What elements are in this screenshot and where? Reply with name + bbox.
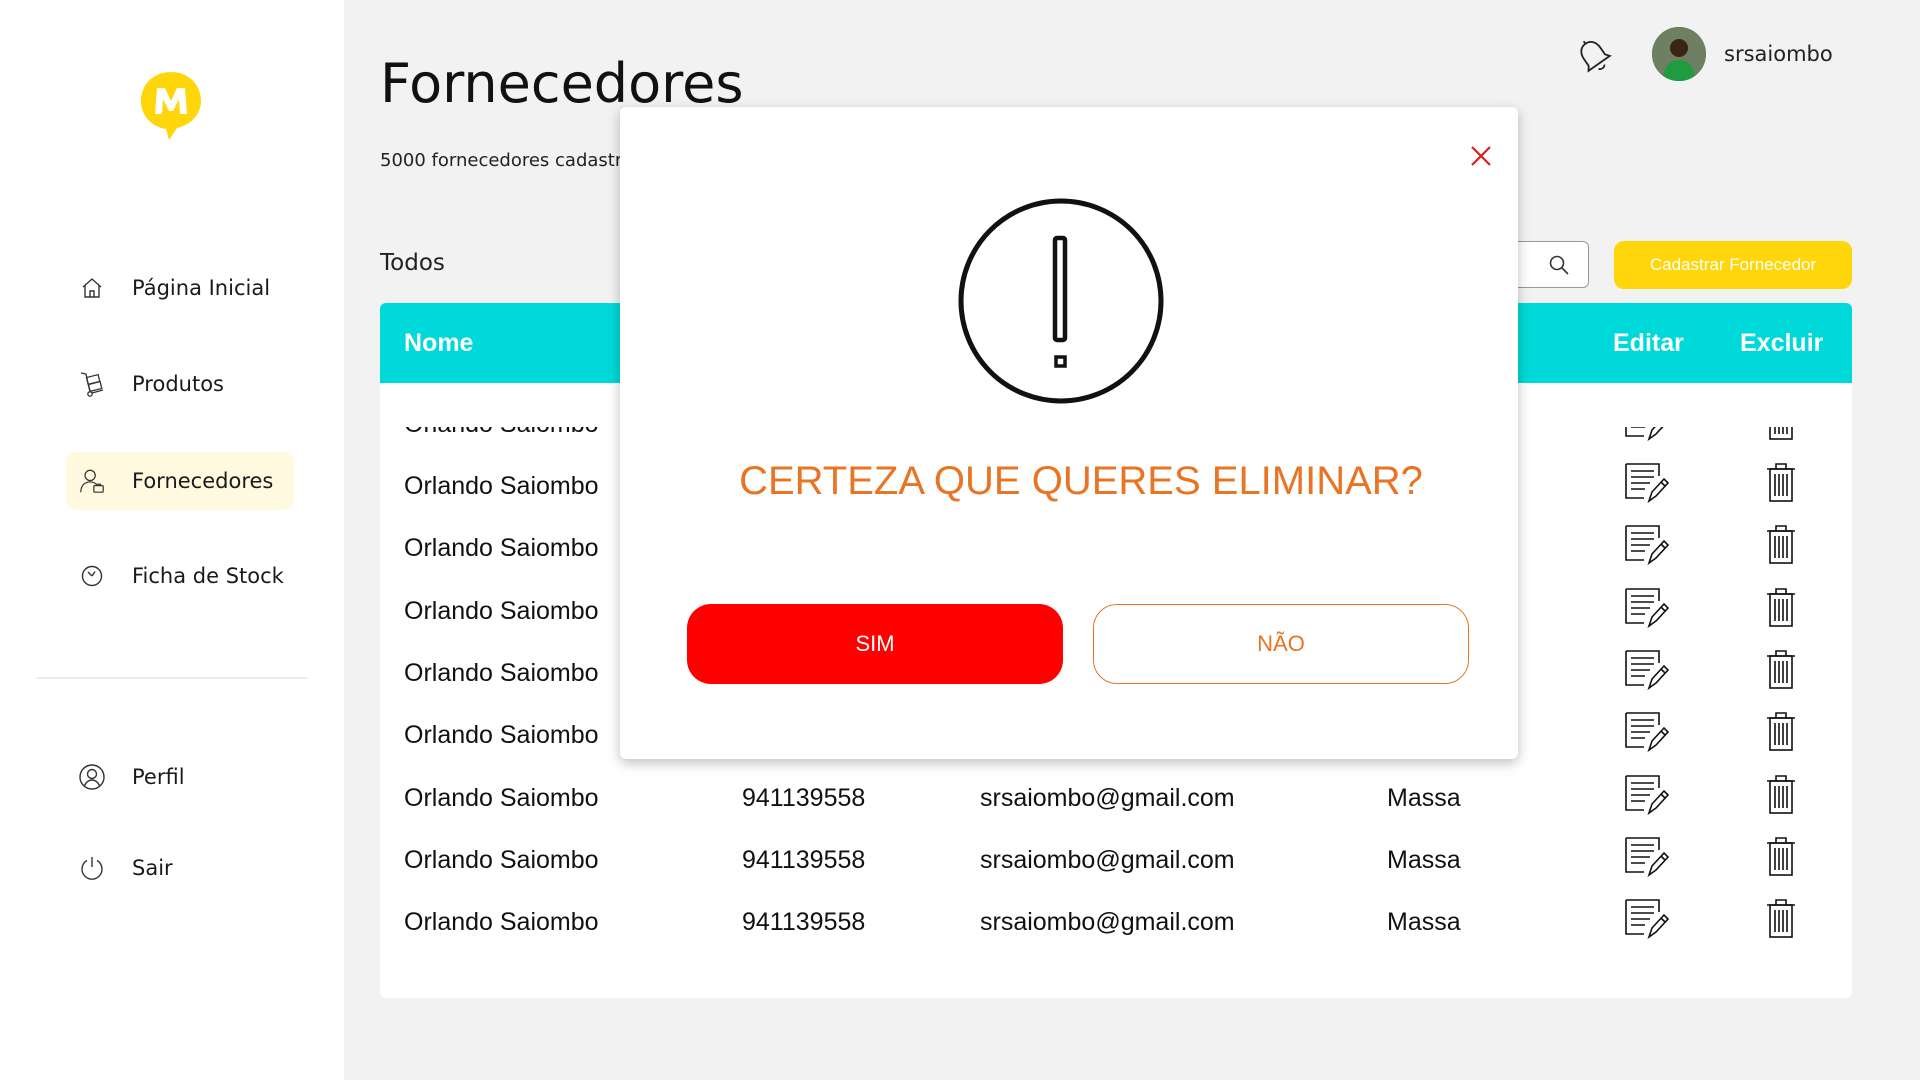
trash-icon[interactable] <box>1765 835 1797 877</box>
sidebar-item-pagina-inicial[interactable]: Página Inicial <box>66 259 294 317</box>
sidebar-item-fornecedores[interactable]: Fornecedores <box>66 452 294 510</box>
user-circle-icon <box>78 763 106 791</box>
search-icon[interactable] <box>1548 254 1570 276</box>
logo-icon[interactable] <box>138 70 204 142</box>
column-header-editar: Editar <box>1613 329 1684 357</box>
cell-nome: Orlando Saiombo <box>404 427 599 439</box>
cell-telefone: 941139558 <box>742 908 866 936</box>
sidebar-item-sair[interactable]: Sair <box>66 839 294 897</box>
column-header-nome[interactable]: Nome <box>404 329 473 358</box>
edit-icon[interactable] <box>1623 897 1670 939</box>
cell-nome: Orlando Saiombo <box>404 908 599 936</box>
cell-tipo: Massa <box>1387 846 1461 874</box>
bell-icon[interactable] <box>1576 36 1612 76</box>
confirm-sim-button[interactable]: SIM <box>687 604 1063 684</box>
sidebar-item-perfil[interactable]: Perfil <box>66 748 294 806</box>
sidebar-item-ficha-de-stock[interactable]: Ficha de Stock <box>66 547 294 605</box>
delete-confirmation-modal: CERTEZA QUE QUERES ELIMINAR? SIM NÃO <box>620 107 1518 759</box>
sidebar-divider <box>36 677 308 679</box>
cell-telefone: 941139558 <box>742 784 866 812</box>
cell-tipo: Massa <box>1387 784 1461 812</box>
column-header-excluir: Excluir <box>1740 329 1824 357</box>
edit-icon[interactable] <box>1623 648 1670 692</box>
cadastrar-fornecedor-button[interactable]: Cadastrar Fornecedor <box>1614 241 1852 289</box>
table-row: Orlando Saiombo 941139558 srsaiombo@gmail.… <box>380 893 1852 939</box>
sidebar-item-label: Produtos <box>132 372 224 396</box>
sidebar-item-label: Sair <box>132 856 173 880</box>
cell-nome: Orlando Saiombo <box>404 721 599 749</box>
cell-nome: Orlando Saiombo <box>404 659 599 687</box>
cell-nome: Orlando Saiombo <box>404 784 599 812</box>
power-icon <box>78 854 106 882</box>
hand-truck-icon <box>78 370 106 398</box>
avatar[interactable] <box>1652 27 1706 81</box>
trash-icon[interactable] <box>1765 461 1797 503</box>
cancel-nao-button[interactable]: NÃO <box>1093 604 1469 684</box>
clock-icon <box>78 562 106 590</box>
trash-icon[interactable] <box>1765 773 1797 815</box>
table-row: Orlando Saiombo 941139558 srsaiombo@gmail.… <box>380 769 1852 831</box>
edit-icon[interactable] <box>1623 835 1670 879</box>
trash-icon[interactable] <box>1765 586 1797 628</box>
edit-icon[interactable] <box>1623 773 1670 817</box>
cell-email: srsaiombo@gmail.com <box>980 784 1235 812</box>
sidebar-item-label: Fornecedores <box>132 469 274 493</box>
trash-icon[interactable] <box>1765 648 1797 690</box>
edit-icon[interactable] <box>1623 461 1670 505</box>
edit-icon[interactable] <box>1623 427 1669 443</box>
edit-icon[interactable] <box>1623 710 1670 754</box>
edit-icon[interactable] <box>1623 523 1670 567</box>
trash-icon[interactable] <box>1765 427 1797 441</box>
sidebar-item-label: Página Inicial <box>132 276 271 300</box>
sidebar-item-label: Ficha de Stock <box>132 564 284 588</box>
cell-email: srsaiombo@gmail.com <box>980 908 1235 936</box>
cell-nome: Orlando Saiombo <box>404 534 599 562</box>
cell-tipo: Massa <box>1387 908 1461 936</box>
sidebar: Página Inicial Produtos Fornecedores Fic… <box>0 0 344 1080</box>
cell-nome: Orlando Saiombo <box>404 597 599 625</box>
trash-icon[interactable] <box>1765 897 1797 939</box>
alert-icon <box>958 198 1164 404</box>
cell-nome: Orlando Saiombo <box>404 846 599 874</box>
supplier-icon <box>78 467 106 495</box>
sidebar-item-label: Perfil <box>132 765 185 789</box>
cell-email: srsaiombo@gmail.com <box>980 846 1235 874</box>
avatar-image <box>1652 27 1706 81</box>
sidebar-item-produtos[interactable]: Produtos <box>66 355 294 413</box>
table-row: Orlando Saiombo 941139558 srsaiombo@gmail.… <box>380 831 1852 893</box>
cell-nome: Orlando Saiombo <box>404 472 599 500</box>
page-title: Fornecedores <box>380 52 744 115</box>
edit-icon[interactable] <box>1623 586 1670 630</box>
cell-telefone: 941139558 <box>742 846 866 874</box>
trash-icon[interactable] <box>1765 710 1797 752</box>
close-icon[interactable] <box>1466 141 1496 171</box>
trash-icon[interactable] <box>1765 523 1797 565</box>
username[interactable]: srsaiombo <box>1724 42 1833 66</box>
filter-todos[interactable]: Todos <box>380 250 445 276</box>
page-subtitle: 5000 fornecedores cadastra <box>380 150 634 171</box>
modal-question: CERTEZA QUE QUERES ELIMINAR? <box>739 459 1423 503</box>
home-icon <box>78 274 106 302</box>
